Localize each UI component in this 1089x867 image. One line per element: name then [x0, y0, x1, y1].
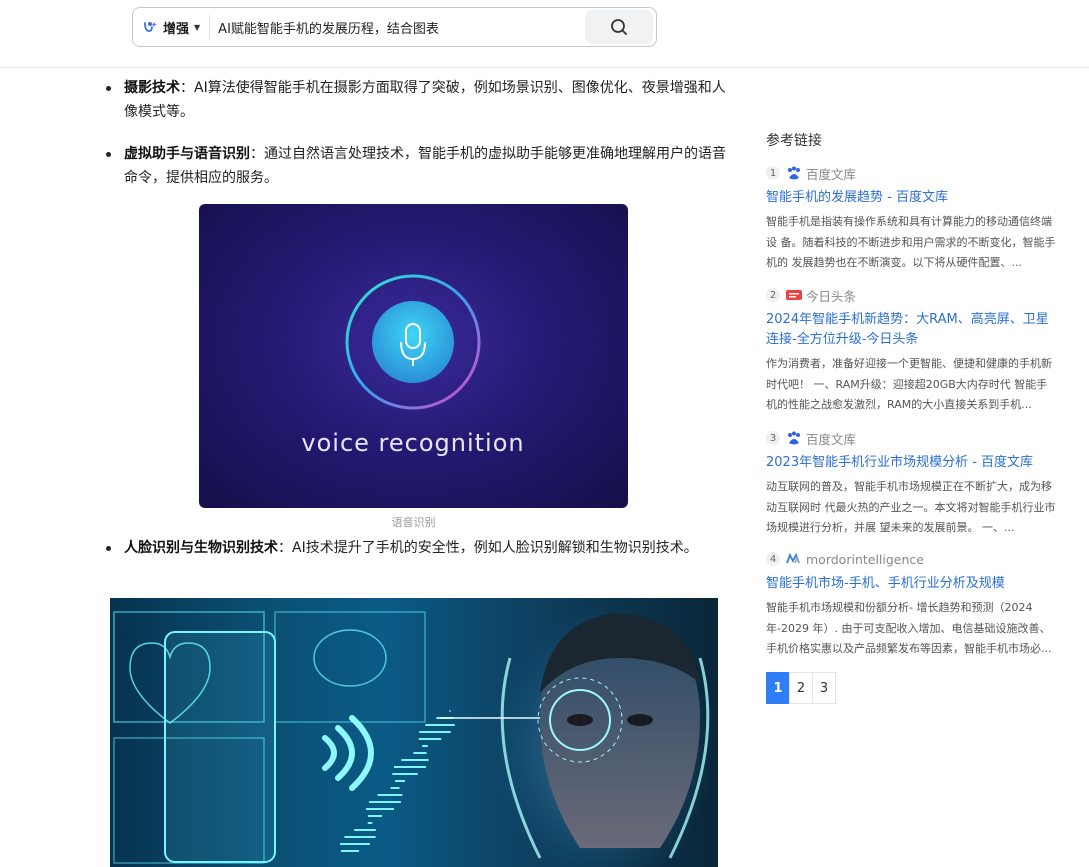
page-button-2[interactable]: 2 [789, 672, 813, 704]
voice-image-text: voice recognition [301, 429, 524, 457]
voice-recognition-image[interactable]: voice recognition [199, 204, 628, 508]
pagination: 1 2 3 [766, 672, 836, 704]
source-name: 百度文库 [806, 166, 857, 182]
source-name: 今日头条 [806, 288, 857, 304]
list-item: 摄影技术：AI算法使得智能手机在摄影方面取得了突破，例如场景识别、图像优化、夜景… [102, 76, 727, 124]
reference-source: 4 mordorintelligence [766, 550, 1056, 568]
list-item: 虚拟助手与语音识别：通过自然语言处理技术，智能手机的虚拟助手能够更准确地理解用户… [102, 142, 727, 190]
search-bar: 增强 ▼ [132, 7, 657, 47]
voice-waveform-graphic: voice recognition [230, 274, 596, 457]
reference-item: 3 百度文库 2023年智能手机行业市场规模分析 - 百度文库 动互联网的普及，… [766, 429, 1056, 539]
reference-number: 4 [766, 552, 780, 566]
bullet-text: ：AI算法使得智能手机在摄影方面取得了突破，例如场景识别、图像优化、夜景增强和人… [124, 80, 726, 120]
reference-number: 2 [766, 288, 780, 302]
reference-link[interactable]: 智能手机市场-手机、手机行业分析及规模 [766, 574, 1056, 594]
image-caption: 语音识别 [391, 516, 436, 529]
source-name: mordorintelligence [806, 551, 924, 567]
bullet-dot [106, 152, 111, 157]
bullet-term: 摄影技术 [124, 80, 180, 96]
toutiao-icon [786, 290, 802, 300]
page-button-3[interactable]: 3 [812, 672, 836, 704]
reference-number: 1 [766, 166, 780, 180]
chevron-down-icon: ▼ [194, 22, 201, 32]
face-recognition-image[interactable] [110, 598, 718, 867]
reference-item: 1 百度文库 智能手机的发展趋势 - 百度文库 智能手机是指装有操作系统和具有计… [766, 164, 1056, 274]
reference-snippet: 作为消费者，准备好迎接一个更智能、便捷和健康的手机新时代吧！ 一、RAM升级：迎… [766, 357, 1052, 411]
reference-link[interactable]: 2023年智能手机行业市场规模分析 - 百度文库 [766, 453, 1056, 473]
reference-item: 2 今日头条 2024年智能手机新趋势：大RAM、高亮屏、卫星连接-全方位升级-… [766, 286, 1056, 416]
reference-snippet: 智能手机是指装有操作系统和具有计算能力的移动通信终端设 备。随着科技的不断进步和… [766, 215, 1056, 269]
face-recognition-graphic [113, 608, 715, 867]
bullet-dot [106, 86, 111, 91]
mode-label: 增强 [163, 21, 190, 37]
reference-snippet: 智能手机市场规模和份额分析- 增长趋势和预测（2024 年-2029 年）. 由… [766, 601, 1052, 655]
search-input[interactable] [210, 12, 585, 42]
reference-link[interactable]: 2024年智能手机新趋势：大RAM、高亮屏、卫星连接-全方位升级-今日头条 [766, 310, 1056, 350]
mode-dropdown[interactable]: 增强 ▼ [133, 15, 211, 39]
source-name: 百度文库 [806, 431, 857, 447]
reference-item: 4 mordorintelligence 智能手机市场-手机、手机行业分析及规模… [766, 550, 1056, 660]
bullet-term: 人脸识别与生物识别技术 [124, 540, 278, 556]
reference-link[interactable]: 智能手机的发展趋势 - 百度文库 [766, 188, 1056, 208]
reference-source: 1 百度文库 [766, 164, 1056, 182]
list-item: 人脸识别与生物识别技术：AI技术提升了手机的安全性，例如人脸识别解锁和生物识别技… [102, 536, 727, 560]
sidebar-title: 参考链接 [766, 133, 822, 149]
reference-source: 3 百度文库 [766, 429, 1056, 447]
mordor-icon [786, 552, 800, 564]
reference-source: 2 今日头条 [766, 286, 1056, 304]
reference-snippet: 动互联网的普及，智能手机市场规模正在不断扩大，成为移动互联网时 代最火热的产业之… [766, 480, 1056, 534]
top-header: 增强 ▼ [0, 0, 1089, 68]
bullet-term: 虚拟助手与语音识别 [124, 146, 250, 162]
bullet-text: ：AI技术提升了手机的安全性，例如人脸识别解锁和生物识别技术。 [278, 540, 698, 556]
baidu-paw-icon [788, 431, 800, 445]
bullet-dot [106, 546, 111, 551]
search-button[interactable] [585, 10, 653, 44]
baidu-paw-icon [788, 166, 800, 180]
search-icon [611, 19, 627, 35]
reference-number: 3 [766, 431, 780, 445]
page-button-1[interactable]: 1 [766, 672, 790, 704]
enhanced-mode-icon [144, 22, 157, 32]
